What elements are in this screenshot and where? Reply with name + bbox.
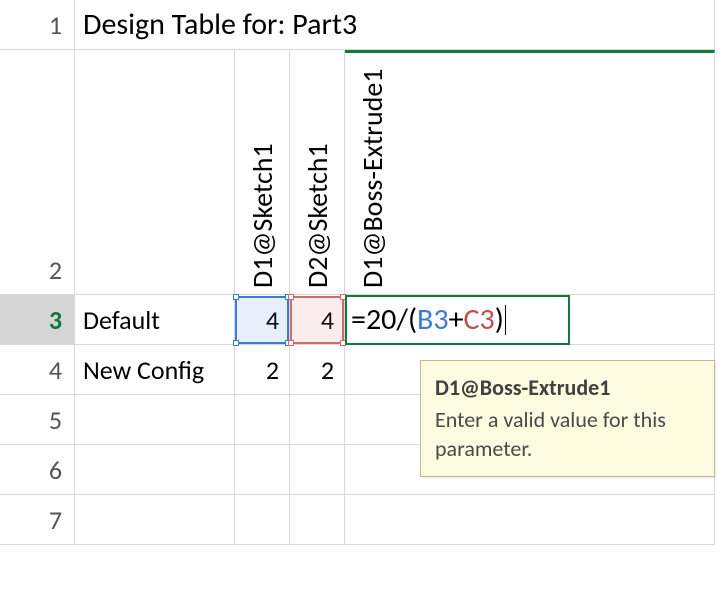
header-D1-BossExtrude1[interactable]: D1@Boss-Extrude1 [345, 50, 715, 295]
cell-C6[interactable] [290, 445, 345, 495]
cell-B7[interactable] [235, 495, 290, 545]
header-label: D1@Boss-Extrude1 [355, 53, 390, 294]
text-cursor [505, 305, 506, 335]
tooltip-title: D1@Boss-Extrude1 [435, 373, 700, 403]
row-header-2[interactable]: 2 [0, 50, 75, 295]
row-header-5[interactable]: 5 [0, 395, 75, 445]
cell-A6[interactable] [75, 445, 235, 495]
cell-A2[interactable] [75, 50, 235, 295]
cell-A5[interactable] [75, 395, 235, 445]
title-cell[interactable]: Design Table for: Part3 [75, 0, 715, 50]
cell-B6[interactable] [235, 445, 290, 495]
tooltip-body: Enter a valid value for this parameter. [435, 405, 700, 464]
row-header-6[interactable]: 6 [0, 445, 75, 495]
config-name-newconfig[interactable]: New Config [75, 345, 235, 395]
row-header-7[interactable]: 7 [0, 495, 75, 545]
cell-A7[interactable] [75, 495, 235, 545]
header-label: D1@Sketch1 [245, 50, 280, 294]
row-header-4[interactable]: 4 [0, 345, 75, 395]
cell-D7[interactable] [345, 495, 715, 545]
cell-C3[interactable]: 4 [290, 295, 345, 345]
header-D1-Sketch1[interactable]: D1@Sketch1 [235, 50, 290, 295]
cell-B5[interactable] [235, 395, 290, 445]
cell-C5[interactable] [290, 395, 345, 445]
parameter-tooltip: D1@Boss-Extrude1 Enter a valid value for… [420, 360, 715, 477]
header-label: D2@Sketch1 [300, 50, 335, 294]
cell-C7[interactable] [290, 495, 345, 545]
cell-D3-editing[interactable]: =20/(B3+C3) [345, 295, 715, 345]
cell-B4[interactable]: 2 [235, 345, 290, 395]
row-header-1[interactable]: 1 [0, 0, 75, 50]
config-name-default[interactable]: Default [75, 295, 235, 345]
header-D2-Sketch1[interactable]: D2@Sketch1 [290, 50, 345, 295]
formula-text: =20/(B3+C3) [351, 301, 507, 338]
cell-C4[interactable]: 2 [290, 345, 345, 395]
cell-B3[interactable]: 4 [235, 295, 290, 345]
row-header-3[interactable]: 3 [0, 295, 75, 345]
